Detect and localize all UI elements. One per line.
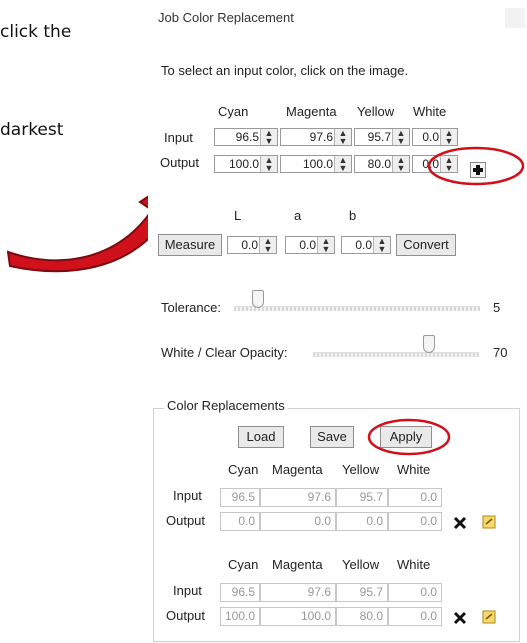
r1-input-yellow: 95.7: [336, 488, 388, 507]
output-label: Output: [160, 155, 200, 170]
r1-output-cyan: 0.0: [220, 512, 260, 531]
tolerance-slider-track[interactable]: [234, 306, 480, 311]
input-cyan-stepper[interactable]: 96.5 ▲ ▼: [214, 128, 278, 146]
x-icon[interactable]: [452, 610, 468, 626]
instruction-text: To select an input color, click on the i…: [161, 63, 409, 78]
convert-button[interactable]: Convert: [396, 234, 456, 256]
input-white-stepper[interactable]: 0.0 ▲ ▼: [412, 128, 458, 146]
doc-text-line1: click the: [0, 22, 72, 42]
r2-input-label: Input: [173, 583, 202, 598]
r2-output-magenta: 100.0: [260, 607, 336, 626]
r1-input-white: 0.0: [388, 488, 442, 507]
r2-header-magenta: Magenta: [272, 557, 323, 572]
r1-input-cyan: 96.5: [220, 488, 260, 507]
output-magenta-stepper[interactable]: 100.0 ▲ ▼: [280, 155, 352, 173]
group-title: Color Replacements: [164, 398, 288, 413]
r2-input-white: 0.0: [388, 583, 442, 602]
load-button[interactable]: Load: [238, 426, 284, 448]
r2-input-cyan: 96.5: [220, 583, 260, 602]
tolerance-slider-thumb[interactable]: [252, 290, 265, 308]
header-l: L: [234, 208, 242, 223]
spin-arrows-icon[interactable]: ▲ ▼: [440, 129, 457, 146]
r2-output-cyan: 100.0: [220, 607, 260, 626]
spin-arrows-icon[interactable]: ▲ ▼: [334, 129, 351, 146]
r1-output-label: Output: [166, 513, 206, 528]
r2-input-yellow: 95.7: [336, 583, 388, 602]
input-label: Input: [164, 130, 193, 145]
r1-output-white: 0.0: [388, 512, 442, 531]
spin-arrows-icon[interactable]: ▲ ▼: [392, 156, 409, 173]
close-button[interactable]: [505, 8, 525, 28]
header-white: White: [413, 104, 447, 119]
red-circle-annotation: [427, 146, 525, 186]
opacity-label: White / Clear Opacity:: [161, 345, 288, 360]
r2-output-yellow: 80.0: [336, 607, 388, 626]
doc-text-line2: darkest: [0, 120, 64, 140]
note-icon[interactable]: [481, 609, 497, 625]
r1-header-magenta: Magenta: [272, 462, 323, 477]
save-button[interactable]: Save: [310, 426, 354, 448]
opacity-value: 70: [493, 345, 508, 360]
r2-header-yellow: Yellow: [342, 557, 380, 572]
r2-output-label: Output: [166, 608, 206, 623]
spin-arrows-icon[interactable]: ▲ ▼: [392, 129, 409, 146]
note-icon[interactable]: [481, 514, 497, 530]
r2-header-white: White: [397, 557, 431, 572]
input-yellow-stepper[interactable]: 95.7 ▲ ▼: [354, 128, 410, 146]
spin-arrows-icon[interactable]: ▲ ▼: [334, 156, 351, 173]
r2-input-magenta: 97.6: [260, 583, 336, 602]
spin-arrows-icon[interactable]: ▲ ▼: [373, 237, 390, 254]
dialog-title: Job Color Replacement: [158, 10, 294, 25]
output-yellow-stepper[interactable]: 80.0 ▲ ▼: [354, 155, 410, 173]
opacity-slider-track[interactable]: [313, 352, 479, 357]
job-color-replacement-dialog: Job Color Replacement To select an input…: [148, 0, 527, 643]
r2-header-cyan: Cyan: [228, 557, 259, 572]
input-magenta-stepper[interactable]: 97.6 ▲ ▼: [280, 128, 352, 146]
x-icon[interactable]: [452, 515, 468, 531]
r1-header-cyan: Cyan: [228, 462, 259, 477]
a-stepper[interactable]: 0.0 ▲ ▼: [285, 236, 335, 254]
header-a: a: [294, 208, 302, 223]
r1-input-magenta: 97.6: [260, 488, 336, 507]
header-yellow: Yellow: [357, 104, 395, 119]
r1-header-yellow: Yellow: [342, 462, 380, 477]
header-b: b: [349, 208, 357, 223]
r1-output-magenta: 0.0: [260, 512, 336, 531]
l-stepper[interactable]: 0.0 ▲ ▼: [227, 236, 277, 254]
spin-arrows-icon[interactable]: ▲ ▼: [259, 237, 276, 254]
header-cyan: Cyan: [218, 104, 249, 119]
r1-input-label: Input: [173, 488, 202, 503]
r2-output-white: 0.0: [388, 607, 442, 626]
measure-button[interactable]: Measure: [158, 234, 222, 256]
tolerance-label: Tolerance:: [161, 300, 221, 315]
spin-arrows-icon[interactable]: ▲ ▼: [260, 129, 277, 146]
red-circle-annotation: [367, 418, 451, 456]
opacity-slider-thumb[interactable]: [423, 335, 436, 353]
spin-arrows-icon[interactable]: ▲ ▼: [317, 237, 334, 254]
b-stepper[interactable]: 0.0 ▲ ▼: [341, 236, 391, 254]
tolerance-value: 5: [493, 300, 501, 315]
spin-arrows-icon[interactable]: ▲ ▼: [260, 156, 277, 173]
output-cyan-stepper[interactable]: 100.0 ▲ ▼: [214, 155, 278, 173]
r1-header-white: White: [397, 462, 431, 477]
header-magenta: Magenta: [286, 104, 337, 119]
r1-output-yellow: 0.0: [336, 512, 388, 531]
